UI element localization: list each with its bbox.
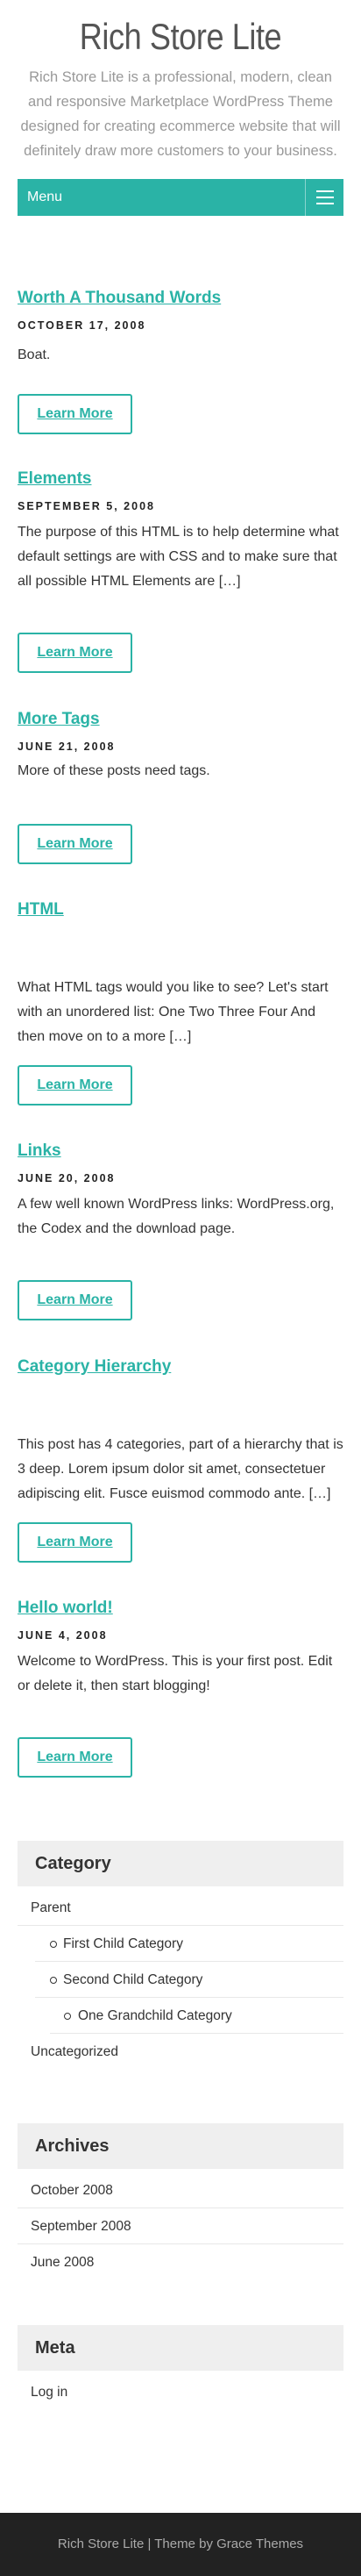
- post-item: Category Hierarchy This post has 4 categ…: [18, 1356, 343, 1566]
- widget-title: Meta: [18, 2325, 343, 2371]
- site-header: Rich Store Lite Rich Store Lite is a pro…: [0, 0, 361, 175]
- post-excerpt: Welcome to WordPress. This is your first…: [18, 1654, 333, 1693]
- learn-more-button[interactable]: Learn More: [18, 1065, 132, 1106]
- archives-widget: Archives October 2008 September 2008 Jun…: [18, 2123, 343, 2280]
- post-date: June 4, 2008: [18, 1629, 108, 1642]
- post-date: September 5, 2008: [18, 500, 155, 512]
- login-link[interactable]: Log in: [18, 2374, 343, 2410]
- grandchild-category-group: One Grandchild Category: [35, 1998, 343, 2034]
- meta-widget: Meta Log in: [18, 2325, 343, 2410]
- archive-link[interactable]: June 2008: [18, 2244, 343, 2280]
- post-excerpt: More of these posts need tags.: [18, 763, 210, 778]
- widget-title: Category: [18, 1841, 343, 1886]
- post-title-link[interactable]: Hello world!: [18, 1597, 343, 1620]
- category-link-uncategorized[interactable]: Uncategorized: [18, 2034, 343, 2070]
- post-item: HTML What HTML tags would you like to se…: [18, 898, 343, 1109]
- learn-more-button[interactable]: Learn More: [18, 1280, 132, 1320]
- category-list: Parent First Child Category Second Child…: [18, 1890, 343, 2070]
- hamburger-line: [315, 190, 334, 192]
- post-title-link[interactable]: Worth A Thousand Words: [18, 287, 343, 310]
- category-link-first-child[interactable]: First Child Category: [35, 1926, 343, 1962]
- learn-more-button[interactable]: Learn More: [18, 394, 132, 434]
- widget-title: Archives: [18, 2123, 343, 2169]
- site-title[interactable]: Rich Store Lite: [40, 12, 321, 61]
- page: Rich Store Lite Rich Store Lite is a pro…: [0, 0, 361, 2576]
- hamburger-line: [315, 203, 334, 204]
- post-title-link[interactable]: Category Hierarchy: [18, 1356, 343, 1378]
- menu-bar[interactable]: Menu: [18, 179, 343, 216]
- post-excerpt: This post has 4 categories, part of a hi…: [18, 1437, 343, 1501]
- meta-list: Log in: [18, 2374, 343, 2410]
- post-title-link[interactable]: Elements: [18, 468, 343, 490]
- site-footer: Rich Store Lite | Theme by Grace Themes: [0, 2513, 361, 2576]
- menu-label[interactable]: Menu: [18, 190, 62, 205]
- post-item: Hello world! June 4, 2008 Welcome to Wor…: [18, 1597, 343, 1781]
- learn-more-button[interactable]: Learn More: [18, 824, 132, 864]
- archive-link[interactable]: October 2008: [18, 2172, 343, 2208]
- post-excerpt: The purpose of this HTML is to help dete…: [18, 525, 339, 589]
- child-category-group: First Child Category Second Child Catego…: [18, 1926, 343, 2034]
- post-title-link[interactable]: More Tags: [18, 708, 343, 731]
- footer-credits[interactable]: Rich Store Lite | Theme by Grace Themes: [58, 2537, 303, 2551]
- category-widget: Category Parent First Child Category Sec…: [18, 1841, 343, 2070]
- post-item: Elements September 5, 2008 The purpose o…: [18, 468, 343, 678]
- post-excerpt: What HTML tags would you like to see? Le…: [18, 980, 329, 1044]
- learn-more-button[interactable]: Learn More: [18, 1522, 132, 1563]
- hamburger-line: [315, 197, 334, 198]
- category-link-grandchild[interactable]: One Grandchild Category: [50, 1998, 343, 2034]
- post-date: June 20, 2008: [18, 1172, 116, 1184]
- post-title-link[interactable]: HTML: [18, 898, 343, 921]
- post-item: Links June 20, 2008 A few well known Wor…: [18, 1140, 343, 1324]
- post-item: Worth A Thousand Words October 17, 2008 …: [18, 287, 343, 454]
- hamburger-icon[interactable]: [305, 179, 343, 216]
- post-date: June 21, 2008: [18, 741, 116, 753]
- category-link-second-child[interactable]: Second Child Category: [35, 1962, 343, 1998]
- post-date: October 17, 2008: [18, 319, 146, 332]
- archive-link[interactable]: September 2008: [18, 2208, 343, 2244]
- learn-more-button[interactable]: Learn More: [18, 633, 132, 673]
- archives-list: October 2008 September 2008 June 2008: [18, 2172, 343, 2280]
- post-excerpt: A few well known WordPress links: WordPr…: [18, 1197, 335, 1236]
- learn-more-button[interactable]: Learn More: [18, 1737, 132, 1778]
- post-title-link[interactable]: Links: [18, 1140, 343, 1163]
- category-link-parent[interactable]: Parent: [18, 1890, 343, 1926]
- site-description: Rich Store Lite is a professional, moder…: [20, 69, 341, 159]
- post-item: More Tags June 21, 2008 More of these po…: [18, 708, 343, 875]
- post-excerpt: Boat.: [18, 347, 51, 362]
